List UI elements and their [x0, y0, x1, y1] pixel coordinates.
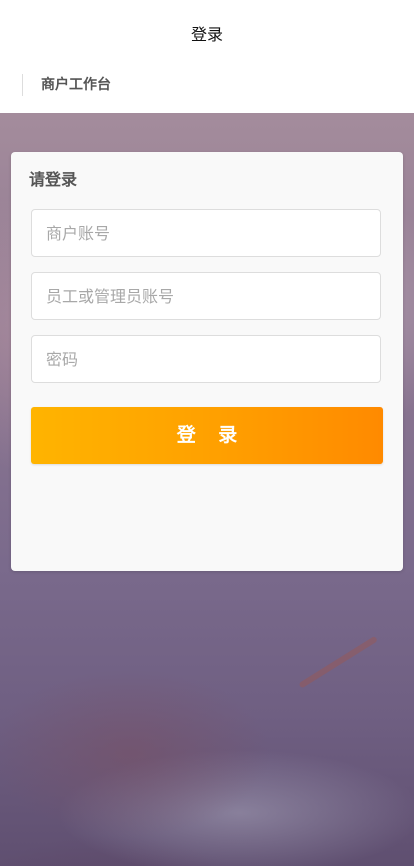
staff-account-field[interactable] [31, 272, 381, 320]
subheader: 商户工作台 [0, 68, 414, 113]
workspace-label: 商户工作台 [41, 77, 111, 93]
subheader-divider [22, 74, 23, 96]
login-card-title: 请登录 [29, 170, 78, 189]
login-page: 登录 商户工作台 请登录 登 录 [0, 0, 414, 866]
password-field[interactable] [31, 335, 381, 383]
merchant-account-input[interactable] [32, 210, 380, 256]
login-button[interactable]: 登 录 [31, 407, 383, 464]
password-input[interactable] [32, 336, 380, 382]
top-navbar: 登录 [0, 0, 414, 68]
page-title: 登录 [190, 25, 223, 44]
staff-account-input[interactable] [32, 273, 380, 319]
login-card: 请登录 登 录 [11, 152, 403, 571]
pen-shape [298, 635, 378, 689]
merchant-account-field[interactable] [31, 209, 381, 257]
